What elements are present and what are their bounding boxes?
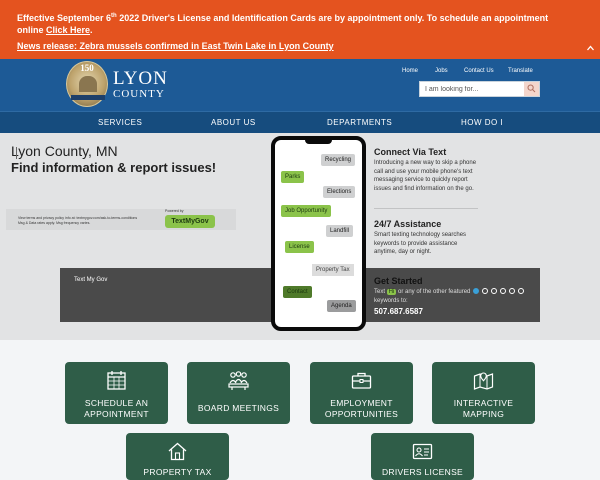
courthouse-dome (79, 76, 97, 92)
search-button[interactable] (524, 82, 539, 96)
chat-bubble: Property Tax (312, 264, 354, 276)
tile-label: SCHEDULE AN (84, 398, 149, 408)
alert-period: . (90, 25, 93, 35)
get-started-text: Text Hi or any of the other featured key… (374, 288, 474, 305)
search-icon (527, 84, 536, 93)
slider-dot[interactable] (518, 288, 524, 294)
nav-services[interactable]: SERVICES (98, 118, 142, 127)
textmygov-badge: TextMyGov (165, 215, 215, 228)
assist-text: Smart texting technology searches keywor… (374, 232, 467, 255)
assist-heading: 24/7 Assistance (374, 219, 442, 229)
text-cursor (16, 147, 17, 159)
county-seal-logo[interactable]: 150 (66, 61, 108, 107)
connect-heading: Connect Via Text (374, 147, 447, 157)
logo-line1: LYON (113, 68, 168, 89)
hero-title: Lyon County, MN (11, 143, 118, 159)
phone-mockup: Recycling Parks Elections Job Opportunit… (271, 136, 366, 331)
main-nav: SERVICES ABOUT US DEPARTMENTS HOW DO I (0, 111, 600, 133)
alert-bar: Effective September 6th 2022 Driver's Li… (0, 0, 600, 59)
map-icon (473, 372, 494, 390)
id-card-icon (412, 443, 433, 460)
translate-link[interactable]: Translate (508, 68, 533, 74)
chevron-up-icon[interactable] (587, 44, 594, 53)
interactive-mapping-tile[interactable]: INTERACTIVE MAPPING (432, 362, 535, 424)
house-icon (168, 442, 187, 461)
chat-bubble: Contact (283, 286, 312, 298)
employment-opportunities-tile[interactable]: EMPLOYMENT OPPORTUNITIES (310, 362, 413, 424)
chat-bubble: Elections (323, 186, 356, 198)
click-here-link[interactable]: Click Here (46, 25, 90, 35)
alert-message: Effective September 6th 2022 Driver's Li… (17, 10, 577, 36)
nav-departments[interactable]: DEPARTMENTS (327, 118, 392, 127)
tile-label: APPOINTMENT (84, 409, 149, 419)
tile-label: EMPLOYMENT (330, 398, 393, 408)
tile-label: DRIVERS LICENSE (381, 467, 464, 477)
divider (374, 208, 478, 209)
chat-bubble: License (285, 241, 314, 253)
powered-by-label: Powered by (165, 209, 184, 213)
schedule-appointment-tile[interactable]: SCHEDULE AN APPOINTMENT (65, 362, 168, 424)
keyword-highlight: Hi (386, 289, 397, 295)
tile-label: OPPORTUNITIES (324, 409, 399, 419)
slider-dot[interactable] (500, 288, 506, 294)
phone-notch (305, 139, 332, 144)
logo-wordmark[interactable]: LYON COUNTY (113, 69, 168, 101)
connect-text: Introducing a new way to skip a phone ca… (374, 160, 477, 192)
tile-label: MAPPING (462, 409, 505, 419)
nav-about-us[interactable]: ABOUT US (211, 118, 256, 127)
chat-bubble: Recycling (321, 154, 356, 166)
tile-label: INTERACTIVE (453, 398, 514, 408)
terms-line2: Msg & Data rates apply. Msg frequency va… (18, 221, 91, 225)
quick-links: SCHEDULE AN APPOINTMENT BOARD MEETINGS E… (0, 340, 600, 480)
nav-how-do-i[interactable]: HOW DO I (461, 118, 503, 127)
tile-label: PROPERTY TAX (143, 467, 212, 477)
hero-subtitle: Find information & report issues! (11, 160, 217, 175)
strip-label: Text My Gov (74, 277, 108, 283)
slider-dot[interactable] (509, 288, 515, 294)
chat-bubble: Job Opportunity (281, 205, 332, 217)
contact-us-link[interactable]: Contact Us (464, 68, 494, 74)
drivers-license-tile[interactable]: DRIVERS LICENSE (371, 433, 474, 480)
calendar-icon (107, 371, 126, 390)
logo-line2: COUNTY (113, 88, 165, 100)
chat-bubble: Landfill (326, 225, 354, 237)
board-meetings-tile[interactable]: BOARD MEETINGS (187, 362, 290, 424)
terms-line1: View terms and privacy policy info at: t… (18, 216, 138, 220)
alert-text: Effective September 6 (17, 13, 112, 23)
slider-dot[interactable] (473, 288, 479, 294)
sms-number: 507.687.6587 (374, 307, 423, 316)
hero-slider: Lyon County, MN Find information & repor… (0, 133, 600, 340)
tile-label: BOARD MEETINGS (197, 403, 280, 413)
meeting-icon (228, 371, 249, 390)
get-started-heading: Get Started (374, 276, 423, 286)
logo-anniversary-number: 150 (80, 63, 94, 73)
chat-bubble: Agenda (327, 300, 356, 312)
slider-dot[interactable] (491, 288, 497, 294)
briefcase-icon (351, 372, 372, 389)
start-text-before: Text (374, 289, 387, 295)
home-link[interactable]: Home (402, 68, 418, 74)
search-input[interactable] (420, 82, 524, 96)
seal-band (71, 95, 105, 100)
chat-bubble: Parks (281, 171, 305, 183)
site-header: 150 LYON COUNTY Home Jobs Contact Us Tra… (0, 59, 600, 111)
search-box (419, 81, 540, 97)
news-release: News release: Zebra mussels confirmed in… (17, 41, 334, 51)
slider-dot[interactable] (482, 288, 488, 294)
jobs-link[interactable]: Jobs (435, 68, 448, 74)
news-release-link[interactable]: News release: Zebra mussels confirmed in… (17, 41, 334, 51)
property-tax-tile[interactable]: PROPERTY TAX (126, 433, 229, 480)
